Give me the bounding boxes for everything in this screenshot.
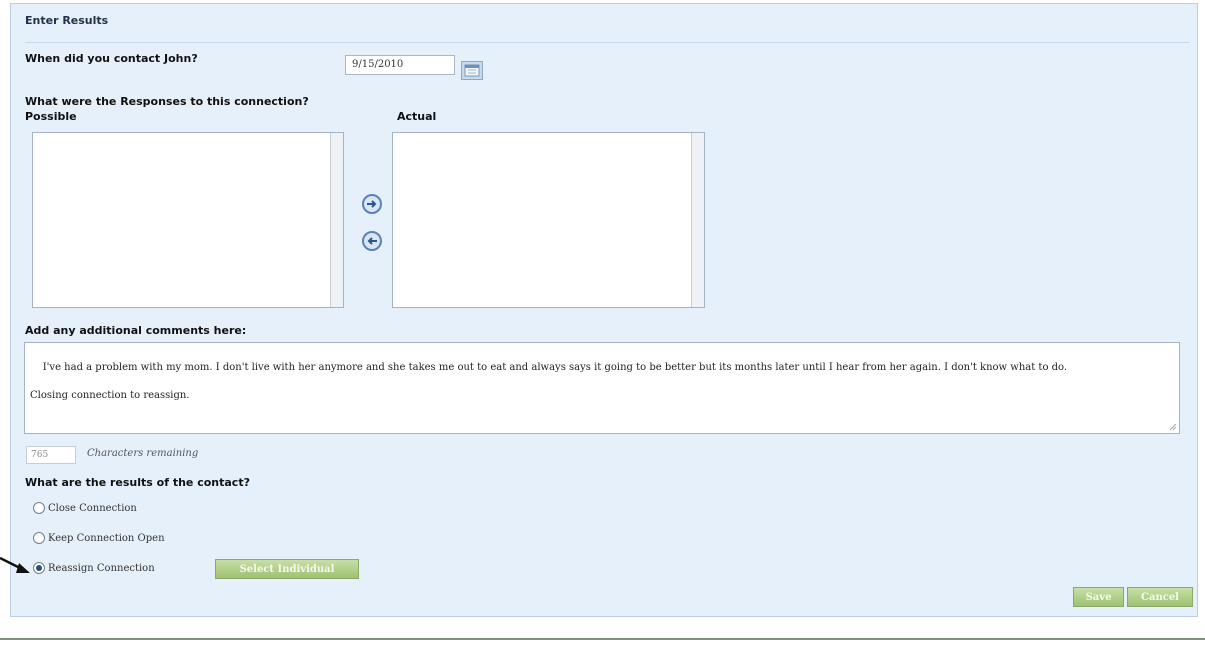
save-button[interactable]: Save [1073, 587, 1124, 607]
comments-textarea[interactable]: I've had a problem with my mom. I don't … [24, 342, 1180, 434]
radio-keep-connection-open[interactable]: Keep Connection Open [33, 532, 165, 544]
panel-title: Enter Results [25, 14, 109, 27]
radio-circle[interactable] [33, 532, 45, 544]
arrow-right-circle-icon [367, 200, 377, 208]
calendar-icon[interactable] [461, 61, 483, 80]
move-right-button[interactable] [362, 194, 382, 214]
radio-close-connection[interactable]: Close Connection [33, 502, 137, 514]
radio-label: Close Connection [48, 502, 137, 514]
contact-date-question: When did you contact John? [25, 52, 198, 65]
actual-responses-listbox[interactable] [392, 132, 705, 308]
characters-remaining-count: 765 [26, 446, 76, 464]
characters-remaining-label: Characters remaining [87, 448, 199, 459]
select-individual-button[interactable]: Select Individual [215, 559, 359, 579]
possible-label: Possible [25, 110, 77, 123]
arrow-left-circle-icon [367, 237, 377, 245]
title-divider [25, 42, 1189, 43]
responses-question: What were the Responses to this connecti… [25, 95, 309, 108]
resize-grip-icon[interactable] [1169, 423, 1177, 431]
radio-circle-selected[interactable] [33, 562, 45, 574]
comments-label: Add any additional comments here: [25, 324, 247, 337]
footer-divider [0, 638, 1205, 640]
radio-label: Reassign Connection [48, 562, 155, 574]
possible-responses-listbox[interactable] [32, 132, 344, 308]
radio-circle[interactable] [33, 502, 45, 514]
results-question: What are the results of the contact? [25, 476, 250, 489]
move-left-button[interactable] [362, 231, 382, 251]
actual-label: Actual [397, 110, 437, 123]
actual-listbox-scrollbar[interactable] [691, 133, 704, 307]
comments-text: I've had a problem with my mom. I don't … [30, 362, 1068, 401]
pointer-arrow-icon [0, 556, 30, 573]
radio-reassign-connection[interactable]: Reassign Connection [33, 562, 155, 574]
contact-date-input[interactable]: 9/15/2010 [345, 55, 455, 75]
radio-label: Keep Connection Open [48, 532, 165, 544]
enter-results-panel: Enter Results When did you contact John?… [10, 3, 1198, 617]
cancel-button[interactable]: Cancel [1127, 587, 1193, 607]
possible-listbox-scrollbar[interactable] [330, 133, 343, 307]
